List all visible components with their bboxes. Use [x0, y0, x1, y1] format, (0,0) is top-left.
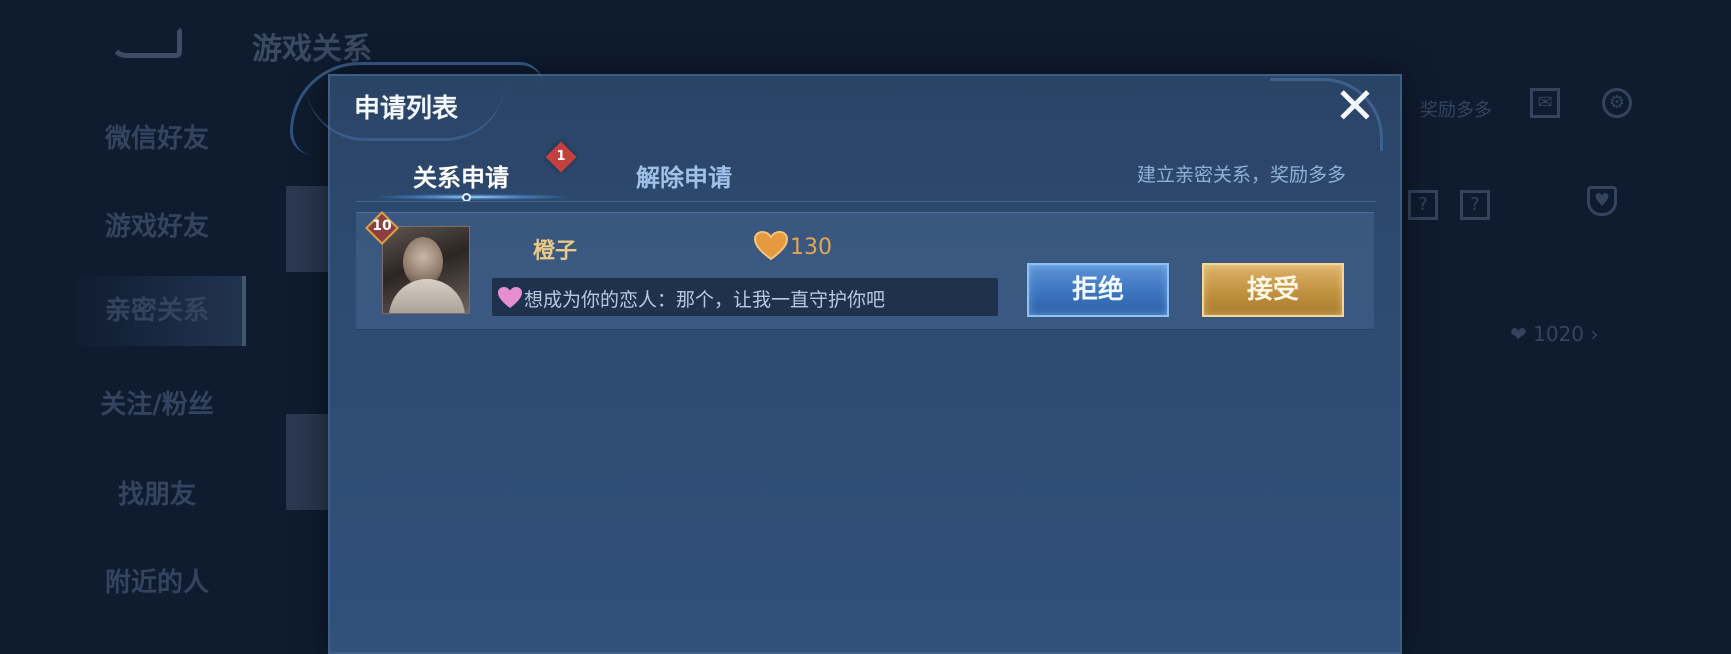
gear-icon[interactable]: ⚙ — [1602, 88, 1632, 118]
level-badge-value: 10 — [372, 218, 392, 234]
avatar-body — [389, 279, 465, 313]
accept-button[interactable]: 接受 — [1202, 263, 1344, 317]
sidebar-item-game-friends[interactable]: 游戏好友 — [72, 206, 242, 243]
heart-icon: ❤ — [1510, 322, 1527, 346]
sidebar-item-nearby-people[interactable]: 附近的人 — [72, 562, 242, 599]
chevron-right-icon[interactable]: › — [1590, 322, 1598, 346]
shield-icon: ♥ — [1587, 186, 1617, 216]
tab-relation-requests[interactable]: 关系申请 — [413, 158, 509, 193]
background-thumbnail — [286, 186, 332, 272]
background-hint: 奖励多多 — [1420, 100, 1492, 121]
requester-name: 橙子 — [533, 239, 578, 264]
sidebar-item-wechat-friends[interactable]: 微信好友 — [72, 118, 242, 155]
back-icon[interactable] — [110, 26, 182, 58]
reward-hint: 建立亲密关系，奖励多多 — [1137, 164, 1347, 186]
reject-button[interactable]: 拒绝 — [1027, 263, 1169, 317]
request-message: 想成为你的恋人：那个，让我一直守护你吧 — [524, 289, 886, 311]
intimacy-value: 130 — [790, 235, 832, 260]
help-icon[interactable]: ? — [1408, 190, 1438, 220]
dialog-title: 申请列表 — [354, 94, 459, 124]
intimacy-total-value: 1020 — [1533, 322, 1585, 346]
notification-badge-count: 1 — [556, 149, 566, 164]
tab-dissolve-requests[interactable]: 解除申请 — [636, 158, 732, 193]
close-icon[interactable]: ✕ — [1332, 81, 1378, 131]
sidebar-item-follow-fans[interactable]: 关注/粉丝 — [72, 384, 242, 421]
heart-icon — [754, 231, 788, 261]
intimacy-total: ❤ 1020 › — [1510, 322, 1598, 346]
pink-heart-icon — [498, 287, 522, 308]
gift-icon[interactable]: ✉ — [1530, 88, 1560, 118]
tab-divider — [356, 201, 1376, 202]
sidebar-item-intimate-relations[interactable]: 亲密关系 — [72, 276, 246, 346]
background-thumbnail — [286, 414, 332, 510]
tab-active-indicator — [378, 194, 568, 200]
help-icon[interactable]: ? — [1460, 190, 1490, 220]
level-badge: 10 — [364, 211, 400, 245]
sidebar-item-find-friends[interactable]: 找朋友 — [72, 474, 242, 511]
